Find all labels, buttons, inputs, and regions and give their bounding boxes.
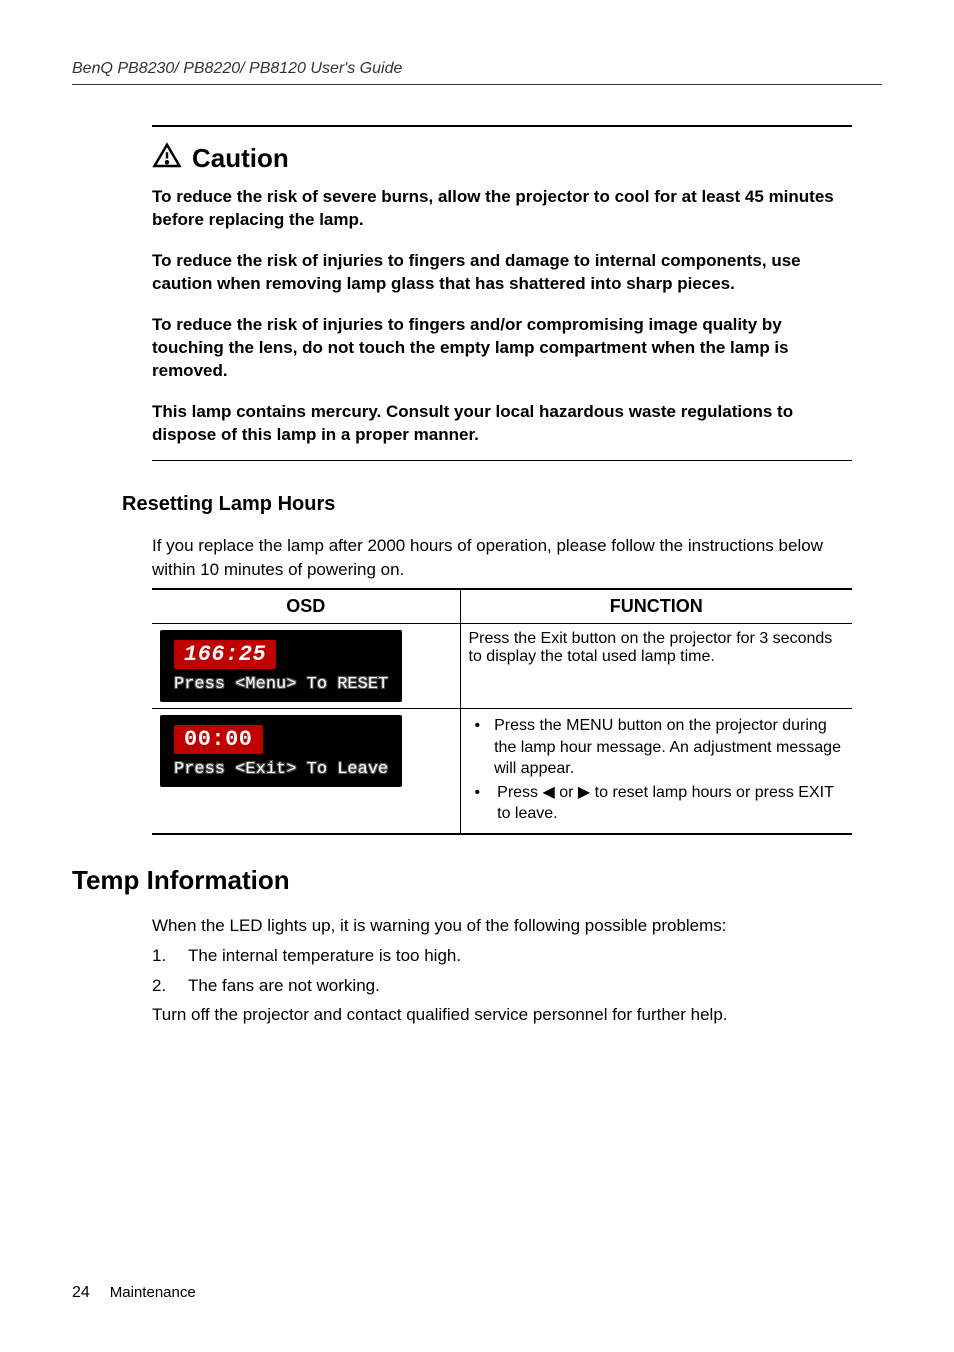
osd-cell: 00:00 Press <Exit> To Leave: [152, 709, 460, 834]
bullet-icon: •: [475, 715, 481, 780]
caution-para-2: To reduce the risk of injuries to finger…: [152, 250, 852, 296]
col-header-function: FUNCTION: [460, 589, 852, 624]
osd-hint: Press <Menu> To RESET: [174, 675, 388, 694]
function-cell: Press the Exit button on the projector f…: [460, 624, 852, 709]
list-item: 1. The internal temperature is too high.: [152, 944, 882, 968]
table-row: 166:25 Press <Menu> To RESET Press the E…: [152, 624, 852, 709]
reset-intro: If you replace the lamp after 2000 hours…: [152, 534, 852, 582]
table-row: 00:00 Press <Exit> To Leave • Press the …: [152, 709, 852, 834]
page-number: 24: [72, 1284, 90, 1302]
reset-heading: Resetting Lamp Hours: [122, 493, 882, 516]
caution-para-1: To reduce the risk of severe burns, allo…: [152, 186, 852, 232]
temp-outro: Turn off the projector and contact quali…: [152, 1003, 852, 1027]
col-header-osd: OSD: [152, 589, 460, 624]
caution-block: Caution To reduce the risk of severe bur…: [152, 125, 852, 461]
osd-function-table: OSD FUNCTION 166:25 Press <Menu> To RESE…: [152, 588, 852, 835]
list-number: 1.: [152, 944, 170, 968]
page-footer: 24 Maintenance: [72, 1284, 196, 1302]
temp-info-heading: Temp Information: [72, 865, 882, 896]
bullet-icon: •: [475, 782, 484, 825]
rule: [152, 125, 852, 127]
caution-heading: Caution: [192, 143, 289, 174]
caution-para-3: To reduce the risk of injuries to finger…: [152, 314, 852, 383]
running-header: BenQ PB8230/ PB8220/ PB8120 User's Guide: [72, 60, 882, 85]
list-item: 2. The fans are not working.: [152, 974, 882, 998]
bullet-text: Press ◀ or ▶ to reset lamp hours or pres…: [497, 782, 844, 825]
list-text: The internal temperature is too high.: [188, 944, 461, 968]
caution-para-4: This lamp contains mercury. Consult your…: [152, 401, 852, 447]
list-item: • Press the MENU button on the projector…: [475, 715, 845, 780]
rule: [152, 460, 852, 461]
function-cell: • Press the MENU button on the projector…: [460, 709, 852, 834]
running-title: BenQ PB8230/ PB8220/ PB8120 User's Guide: [72, 60, 402, 77]
temp-intro: When the LED lights up, it is warning yo…: [152, 914, 852, 938]
caution-heading-row: Caution: [152, 141, 852, 176]
osd-screen: 166:25 Press <Menu> To RESET: [160, 630, 402, 702]
osd-time: 166:25: [174, 640, 276, 669]
footer-section: Maintenance: [110, 1284, 196, 1301]
bullet-text: Press the MENU button on the projector d…: [494, 715, 844, 780]
warning-triangle-icon: [152, 141, 182, 176]
osd-screen: 00:00 Press <Exit> To Leave: [160, 715, 402, 787]
osd-time: 00:00: [174, 725, 263, 754]
osd-cell: 166:25 Press <Menu> To RESET: [152, 624, 460, 709]
list-item: • Press ◀ or ▶ to reset lamp hours or pr…: [475, 782, 845, 825]
list-text: The fans are not working.: [188, 974, 380, 998]
list-number: 2.: [152, 974, 170, 998]
osd-hint: Press <Exit> To Leave: [174, 760, 388, 779]
